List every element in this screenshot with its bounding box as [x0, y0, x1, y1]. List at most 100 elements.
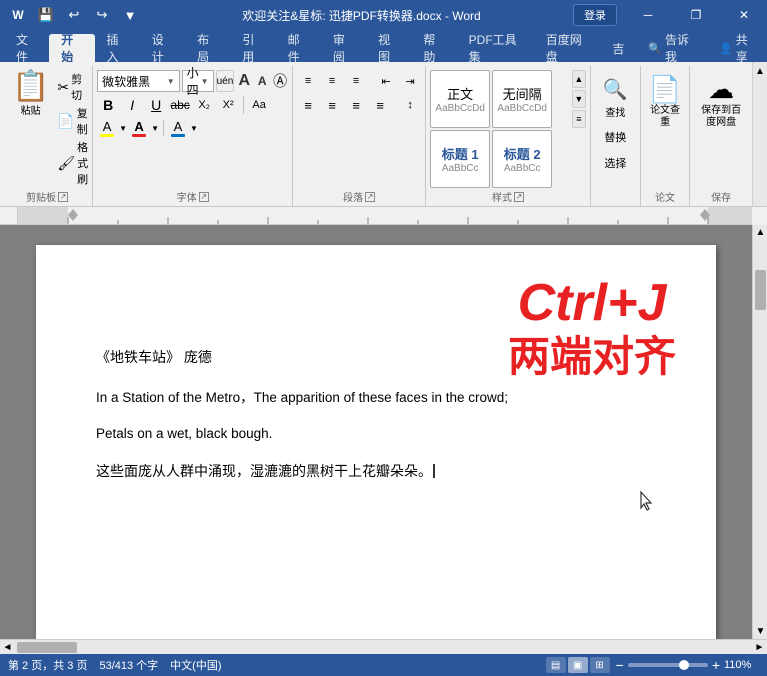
format-painter-button[interactable]: 🖌 格式刷 — [57, 139, 88, 187]
strikethrough-button[interactable]: abc — [169, 94, 191, 116]
decrease-indent-button[interactable]: ⇤ — [375, 70, 397, 92]
italic-button[interactable]: I — [121, 94, 143, 116]
zoom-in-button[interactable]: + — [712, 657, 720, 673]
tab-home[interactable]: 开始 — [49, 34, 94, 62]
paper-group: 📄 论文查重 论文 — [641, 66, 690, 206]
word-count: 53/413 个字 — [99, 657, 158, 673]
style-gallery-arrows: ▲ ▼ ≡ — [572, 70, 586, 128]
h-scroll-track[interactable] — [15, 640, 752, 654]
scroll-up-button[interactable]: ▲ — [753, 225, 767, 240]
shortcut-key: Ctrl+J — [508, 275, 676, 332]
undo-qat-button[interactable]: ↩ — [62, 3, 86, 27]
align-right-button[interactable]: ≡ — [345, 94, 367, 116]
clear-format-button[interactable]: Ⓐ — [272, 70, 288, 92]
style-group: 正文 AaBbCcDd 无间隔 AaBbCcDd 标题 1 AaBbCc 标 — [426, 66, 591, 206]
shading-arrow[interactable]: ▼ — [190, 124, 198, 133]
numbering-button[interactable]: ≡ — [321, 70, 343, 92]
tab-help[interactable]: 帮助 — [411, 34, 456, 62]
subscript-button[interactable]: X₂ — [193, 94, 215, 116]
align-center-button[interactable]: ≡ — [321, 94, 343, 116]
check-paper-button[interactable]: 📄 论文查重 — [649, 74, 681, 129]
scroll-right-button[interactable]: ► — [752, 640, 767, 655]
redo-qat-button[interactable]: ↪ — [90, 3, 114, 27]
tab-mailings[interactable]: 邮件 — [276, 34, 321, 62]
scroll-left-button[interactable]: ◄ — [0, 640, 15, 655]
tab-insert[interactable]: 插入 — [95, 34, 140, 62]
maximize-button[interactable]: ❐ — [673, 0, 719, 30]
zoom-slider[interactable] — [628, 663, 708, 667]
copy-button[interactable]: 📄 复制 — [57, 105, 88, 137]
style-up-button[interactable]: ▲ — [572, 70, 586, 88]
select-button[interactable]: 选择 — [600, 152, 630, 174]
find-button[interactable]: 🔍 查找 — [597, 74, 633, 122]
tab-review[interactable]: 审阅 — [321, 34, 366, 62]
style-normal[interactable]: 正文 AaBbCcDd — [430, 70, 490, 128]
tab-file[interactable]: 文件 — [4, 34, 49, 62]
style-expander[interactable]: ↗ — [514, 192, 524, 202]
superscript-button[interactable]: X² — [217, 94, 239, 116]
view-normal-button[interactable]: ▤ — [546, 657, 566, 673]
doc-inner: Ctrl+J 两端对齐 《地铁车站》 庞德 In a Station of th… — [0, 225, 767, 639]
tab-ji[interactable]: 吉 — [600, 34, 636, 62]
doc-poem-line1: In a Station of the Metro，The apparition… — [96, 386, 656, 410]
save-qat-button[interactable]: 💾 — [34, 3, 58, 27]
tab-design[interactable]: 设计 — [140, 34, 185, 62]
close-button[interactable]: ✕ — [721, 0, 767, 30]
multilevel-button[interactable]: ≡ — [345, 70, 367, 92]
font-color-button[interactable]: A — [129, 118, 149, 138]
font-size-arrow: ▼ — [201, 77, 209, 86]
highlight-arrow[interactable]: ▼ — [119, 124, 127, 133]
scroll-thumb[interactable] — [755, 270, 766, 310]
tab-pdf-tools[interactable]: PDF工具集 — [457, 34, 534, 62]
replace-button[interactable]: 替换 — [600, 126, 630, 148]
h-scroll-thumb[interactable] — [17, 642, 77, 653]
clipboard-expander[interactable]: ↗ — [58, 192, 68, 202]
font-name-dropdown[interactable]: 微软雅黑 ▼ — [97, 70, 180, 92]
tab-share[interactable]: 👤共享 — [707, 34, 767, 62]
zoom-controls: − + 110% — [616, 657, 759, 673]
bold-button[interactable]: B — [97, 94, 119, 116]
tab-tell-me[interactable]: 🔍告诉我 — [636, 34, 707, 62]
change-case-button[interactable]: Aa — [248, 94, 270, 116]
login-button[interactable]: 登录 — [573, 4, 617, 26]
ruler-right-spacer — [752, 207, 767, 225]
view-web-button[interactable]: ⊞ — [590, 657, 610, 673]
scroll-track[interactable] — [753, 240, 767, 624]
paste-button[interactable]: 📋 粘贴 — [6, 70, 55, 188]
ruler-corner — [0, 207, 18, 225]
doc-scroll-area[interactable]: Ctrl+J 两端对齐 《地铁车站》 庞德 In a Station of th… — [0, 225, 752, 639]
tab-layout[interactable]: 布局 — [185, 34, 230, 62]
minimize-button[interactable]: ─ — [625, 0, 671, 30]
tab-view[interactable]: 视图 — [366, 34, 411, 62]
paragraph-expander[interactable]: ↗ — [365, 192, 375, 202]
customize-qat-button[interactable]: ▼ — [118, 3, 142, 27]
bullets-button[interactable]: ≡ — [297, 70, 319, 92]
style-more-button[interactable]: ≡ — [572, 110, 586, 128]
style-heading2[interactable]: 标题 2 AaBbCc — [492, 130, 552, 188]
tab-references[interactable]: 引用 — [230, 34, 275, 62]
ribbon-scroll-up[interactable]: ▲ — [753, 64, 767, 79]
font-size-dropdown[interactable]: 小四 ▼ — [182, 70, 214, 92]
justify-button[interactable]: ≡ — [369, 94, 391, 116]
font-color-arrow[interactable]: ▼ — [151, 124, 159, 133]
save-baidu-button[interactable]: ☁ 保存到百度网盘 — [698, 74, 744, 129]
align-left-button[interactable]: ≡ — [297, 94, 319, 116]
underline-button[interactable]: U — [145, 94, 167, 116]
highlight-button[interactable]: A — [97, 118, 117, 138]
shading-button[interactable]: A — [168, 118, 188, 138]
grow-font-button[interactable]: A — [236, 70, 252, 92]
scroll-down-button[interactable]: ▼ — [753, 624, 767, 639]
font-expander[interactable]: ↗ — [199, 192, 209, 202]
phonetic-button[interactable]: uén — [216, 70, 235, 92]
style-no-spacing[interactable]: 无间隔 AaBbCcDd — [492, 70, 552, 128]
style-down-button[interactable]: ▼ — [572, 90, 586, 108]
line-spacing-button[interactable]: ↕ — [399, 94, 421, 116]
zoom-out-button[interactable]: − — [616, 657, 624, 673]
tab-baidu-pan[interactable]: 百度网盘 — [534, 34, 601, 62]
view-print-button[interactable]: ▣ — [568, 657, 588, 673]
increase-indent-button[interactable]: ⇥ — [399, 70, 421, 92]
style-heading1[interactable]: 标题 1 AaBbCc — [430, 130, 490, 188]
cut-button[interactable]: ✂ 剪切 — [57, 71, 88, 103]
word-icon: W — [8, 5, 28, 25]
shrink-font-button[interactable]: A — [254, 70, 270, 92]
